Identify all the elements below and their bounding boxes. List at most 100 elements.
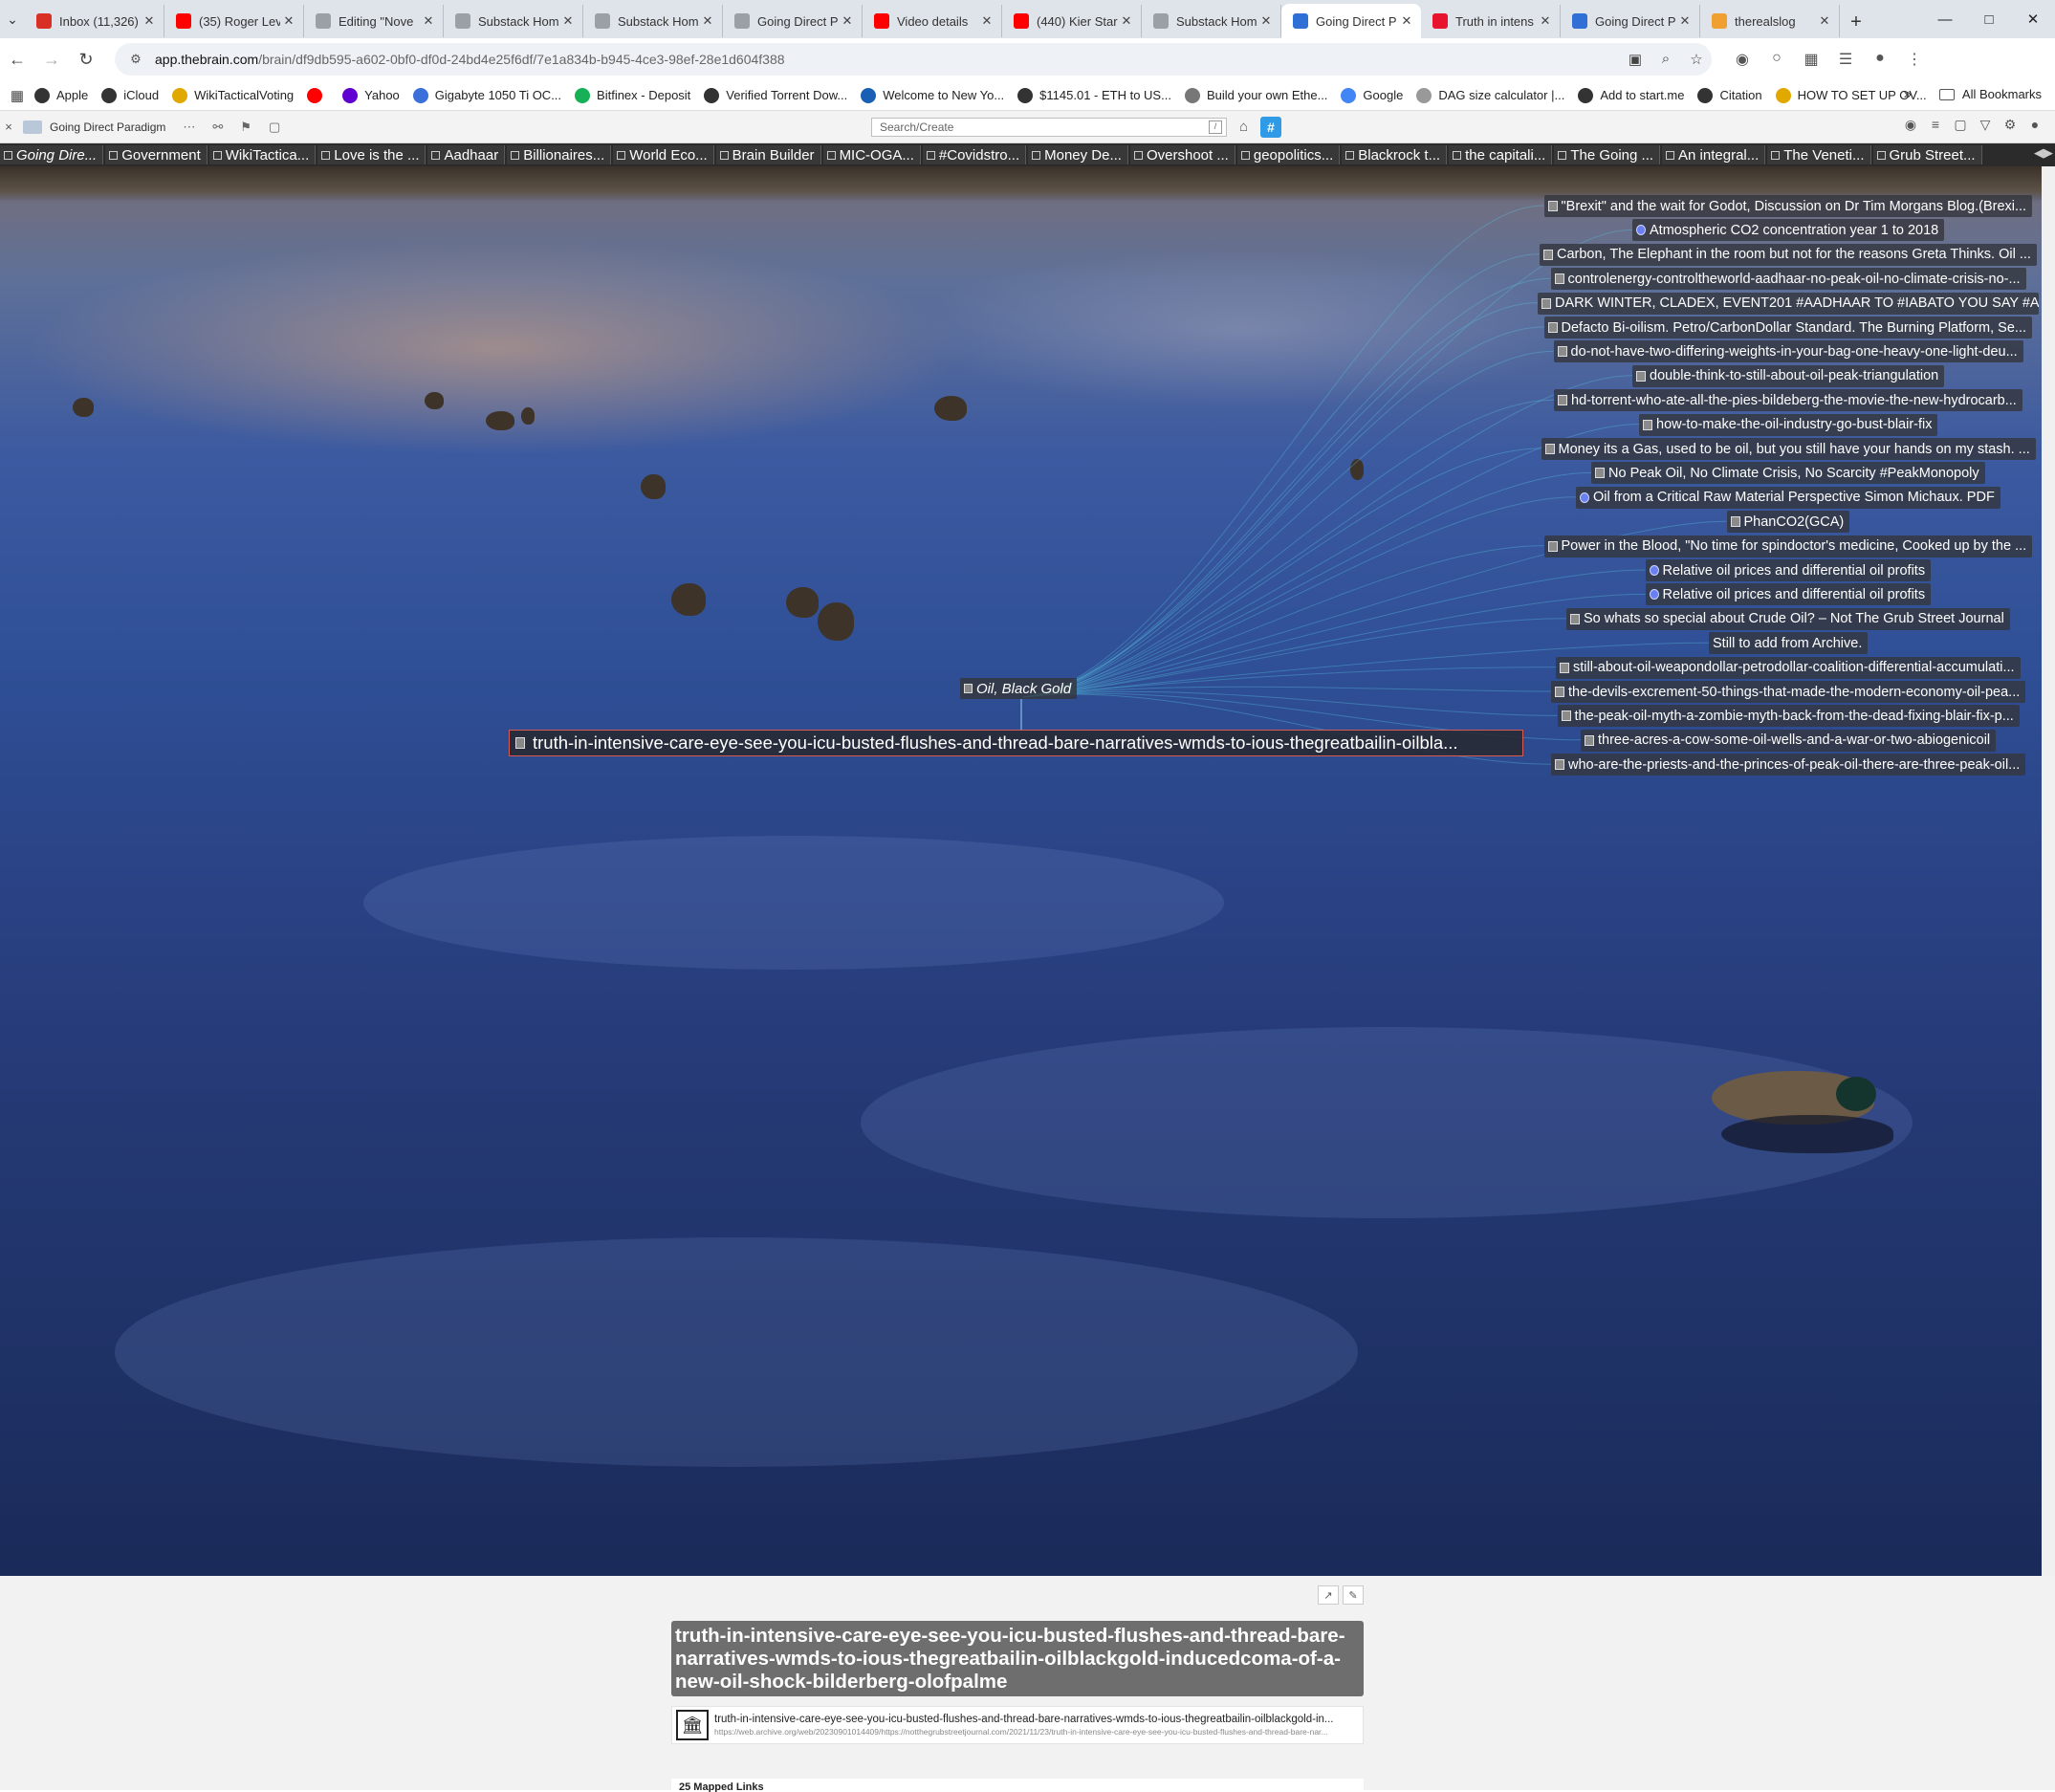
bookmark-item[interactable]: Google (1341, 87, 1403, 103)
close-tab-icon[interactable]: ✕ (141, 13, 158, 29)
home-icon[interactable]: ⌂ (1239, 119, 1248, 135)
view-eye-icon[interactable]: ◉ (1898, 117, 1923, 133)
close-brain-icon[interactable]: × (0, 120, 17, 134)
child-thought[interactable]: "Brexit" and the wait for Godot, Discuss… (1543, 195, 2033, 217)
child-thought[interactable]: Power in the Blood, "No time for spindoc… (1543, 535, 2033, 557)
child-thought[interactable]: who-are-the-priests-and-the-princes-of-p… (1551, 754, 2026, 776)
child-thought[interactable]: Carbon, The Elephant in the room but not… (1540, 243, 2037, 266)
child-thought[interactable]: hd-torrent-who-ate-all-the-pies-bildeber… (1554, 389, 2022, 412)
child-thought[interactable]: No Peak Oil, No Climate Crisis, No Scarc… (1591, 462, 1985, 485)
pinned-thought[interactable]: Billionaires... (507, 145, 612, 164)
browser-tab[interactable]: Going Direct P ✕ (1281, 4, 1421, 38)
forward-arrow-icon[interactable]: → (34, 42, 69, 76)
zoom-icon[interactable]: ⌕ (1651, 51, 1681, 68)
pinned-thought[interactable]: The Veneti... (1767, 145, 1871, 164)
child-thought[interactable]: the-peak-oil-myth-a-zombie-myth-back-fro… (1557, 705, 2020, 728)
pinned-thought[interactable]: Blackrock t... (1342, 145, 1448, 164)
profile-avatar-icon[interactable]: ● (1863, 50, 1897, 69)
pinned-thought[interactable]: World Eco... (613, 145, 714, 164)
filter-icon[interactable]: ▽ (1973, 117, 1998, 133)
hash-icon[interactable]: # (1260, 117, 1281, 138)
pinned-thought[interactable]: Going Dire... (0, 145, 104, 164)
active-thought[interactable]: truth-in-intensive-care-eye-see-you-icu-… (509, 730, 1523, 756)
child-thought[interactable]: Relative oil prices and differential oil… (1645, 583, 1932, 606)
child-thought[interactable]: still-about-oil-weapondollar-petrodollar… (1556, 656, 2021, 679)
pinned-thought[interactable]: Love is the ... (317, 145, 426, 164)
bookmark-item[interactable]: $1145.01 - ETH to US... (1017, 87, 1171, 103)
child-thought[interactable]: controlenergy-controltheworld-aadhaar-no… (1550, 268, 2026, 291)
close-tab-icon[interactable]: ✕ (1398, 13, 1415, 29)
share-icon[interactable]: ⚯ (212, 120, 223, 135)
browser-tab[interactable]: Substack Hom ✕ (1142, 5, 1281, 37)
child-thought[interactable]: Defacto Bi-oilism. Petro/CarbonDollar St… (1543, 317, 2033, 339)
browser-tab[interactable]: Editing "Nove ✕ (304, 5, 444, 37)
close-tab-icon[interactable]: ✕ (1118, 13, 1135, 29)
child-thought[interactable]: DARK WINTER, CLADEX, EVENT201 #AADHAAR T… (1538, 292, 2039, 315)
child-thought[interactable]: three-acres-a-cow-some-oil-wells-and-a-w… (1581, 729, 1997, 752)
pinned-thought[interactable]: An integral... (1662, 145, 1766, 164)
pinned-thought[interactable]: WikiTactica... (208, 145, 317, 164)
close-tab-icon[interactable]: ✕ (1537, 13, 1554, 29)
browser-tab[interactable]: Going Direct P ✕ (1561, 5, 1700, 37)
plex-scrollbar[interactable] (2042, 166, 2055, 1576)
media-control-icon[interactable]: ☰ (1828, 50, 1863, 69)
bookmark-item[interactable]: Apple (34, 87, 88, 103)
brain-name[interactable]: Going Direct Paradigm (23, 120, 165, 134)
browser-tab[interactable]: Substack Hom ✕ (583, 5, 723, 37)
pinned-thought[interactable]: the capitali... (1449, 145, 1553, 164)
pinned-thought[interactable]: MIC-OGA... (822, 145, 921, 164)
settings-icon[interactable]: ⚙ (1998, 117, 2022, 133)
bookmark-item[interactable]: WikiTacticalVoting (172, 87, 294, 103)
open-external-icon[interactable]: ↗ (1318, 1585, 1339, 1605)
child-thought[interactable]: Atmospheric CO2 concentration year 1 to … (1632, 219, 1945, 242)
close-tab-icon[interactable]: ✕ (420, 13, 437, 29)
bookmark-item[interactable]: Verified Torrent Dow... (704, 87, 847, 103)
more-options-icon[interactable]: ⋯ (183, 120, 195, 135)
child-thought[interactable]: Still to add from Archive. (1709, 632, 1869, 655)
pinned-thought[interactable]: Aadhaar (427, 145, 506, 164)
bookmark-item[interactable]: Yahoo (342, 87, 400, 103)
browser-tab[interactable]: therealslog ✕ (1700, 5, 1840, 37)
minimize-icon[interactable]: — (1923, 0, 1967, 38)
close-tab-icon[interactable]: ✕ (1816, 13, 1833, 29)
browser-tab[interactable]: Substack Hom ✕ (444, 5, 583, 37)
tab-search-chevron-down-icon[interactable]: ⌄ (0, 0, 25, 38)
bookmark-item[interactable]: iCloud (101, 87, 159, 103)
child-thought[interactable]: do-not-have-two-differing-weights-in-you… (1553, 340, 2023, 363)
pins-scroll-arrows[interactable]: ◀▶ (2030, 145, 2053, 161)
parent-thought[interactable]: Oil, Black Gold (960, 678, 1078, 699)
browser-tab[interactable]: Truth in intens ✕ (1421, 5, 1561, 37)
close-tab-icon[interactable]: ✕ (280, 13, 297, 29)
bookmark-item[interactable]: DAG size calculator |... (1416, 87, 1564, 103)
close-tab-icon[interactable]: ✕ (839, 13, 856, 29)
child-thought[interactable]: Oil from a Critical Raw Material Perspec… (1576, 486, 2000, 509)
close-tab-icon[interactable]: ✕ (1676, 13, 1694, 29)
browser-menu-icon[interactable]: ⋮ (1897, 50, 1932, 69)
child-thought[interactable]: double-think-to-still-about-oil-peak-tri… (1632, 364, 1945, 387)
notes-icon[interactable]: ▢ (1948, 117, 1973, 133)
pinned-thought[interactable]: geopolitics... (1236, 145, 1341, 164)
pinned-thought[interactable]: #Covidstro... (922, 145, 1027, 164)
more-bookmarks-chevron-icon[interactable]: » (1904, 86, 1912, 102)
edit-pencil-icon[interactable]: ✎ (1343, 1585, 1364, 1605)
close-window-icon[interactable]: ✕ (2011, 0, 2055, 38)
pinned-thought[interactable]: Overshoot ... (1129, 145, 1235, 164)
new-tab-plus-icon[interactable]: + (1840, 6, 1872, 38)
search-filter-icon[interactable]: / (1209, 120, 1222, 134)
browser-tab[interactable]: (440) Kier Star ✕ (1002, 5, 1142, 37)
child-thought[interactable]: the-devils-excrement-50-things-that-made… (1551, 681, 2026, 703)
bookmark-item[interactable]: Build your own Ethe... (1184, 87, 1327, 103)
pinned-thought[interactable]: Money De... (1028, 145, 1128, 164)
browser-tab[interactable]: Video details ✕ (863, 5, 1002, 37)
browser-tab[interactable]: Inbox (11,326) ✕ (25, 5, 164, 37)
bookmark-item[interactable]: Citation (1697, 87, 1762, 103)
child-thought[interactable]: So whats so special about Crude Oil? – N… (1566, 607, 2010, 630)
extensions-puzzle-icon[interactable]: ▦ (1794, 50, 1828, 69)
pinned-thought[interactable]: Grub Street... (1872, 145, 1982, 164)
bookmark-item[interactable] (307, 87, 329, 103)
browser-tab[interactable]: Going Direct P ✕ (723, 5, 863, 37)
close-tab-icon[interactable]: ✕ (1257, 13, 1275, 29)
bookmark-item[interactable]: Gigabyte 1050 Ti OC... (412, 87, 561, 103)
browser-tab[interactable]: (35) Roger Lev ✕ (164, 5, 304, 37)
close-tab-icon[interactable]: ✕ (699, 13, 716, 29)
